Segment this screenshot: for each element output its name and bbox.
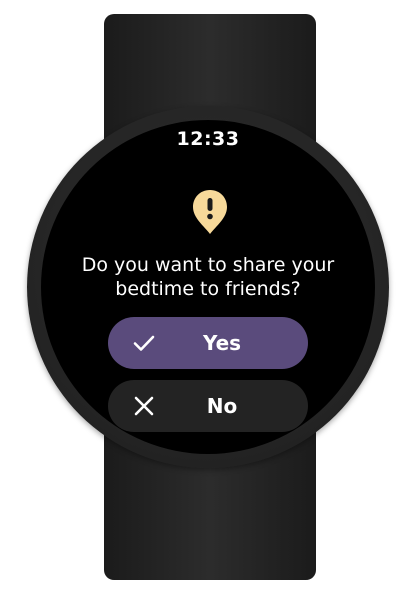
yes-button-label: Yes	[202, 331, 242, 355]
dialog-message-line: bedtime to friends?	[115, 278, 301, 300]
smartwatch-mockup: 12:33 Do you want to share your bedtime …	[0, 0, 418, 608]
dialog-message-line: Do you want to share your	[81, 254, 335, 276]
close-icon	[134, 396, 154, 416]
status-time: 12:33	[176, 128, 240, 150]
no-button[interactable]: No	[108, 380, 308, 432]
check-icon	[133, 335, 155, 351]
watch-screen: 12:33 Do you want to share your bedtime …	[41, 120, 375, 454]
yes-button[interactable]: Yes	[108, 317, 308, 369]
dialog-message: Do you want to share your bedtime to fri…	[61, 253, 355, 301]
no-button-label: No	[206, 394, 238, 418]
alert-pin-icon	[193, 190, 227, 234]
